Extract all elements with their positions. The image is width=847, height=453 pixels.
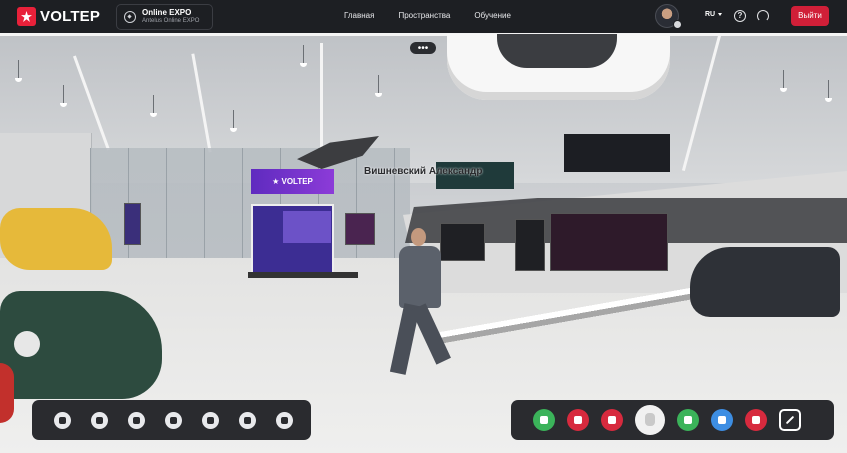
ceiling-truss: [320, 43, 323, 153]
gear-icon[interactable]: [54, 411, 71, 429]
event-switcher[interactable]: Online EXPO Antelus Online EXPO: [116, 4, 213, 30]
player-avatar: [385, 228, 465, 388]
help-icon[interactable]: ?: [734, 10, 746, 22]
top-bar: VOLTEP Online EXPO Antelus Online EXPO Г…: [0, 0, 847, 33]
player-name-label: Вишневский Александр: [364, 166, 483, 177]
nav-home[interactable]: Главная: [344, 11, 374, 20]
nav-spaces[interactable]: Пространства: [398, 11, 450, 20]
main-nav: Главная Пространства Обучение: [344, 11, 511, 20]
compass-icon: [124, 11, 136, 23]
fullscreen-icon[interactable]: [779, 409, 801, 431]
yellow-vehicle-exhibit[interactable]: [0, 208, 112, 270]
language-selector[interactable]: RU: [705, 11, 723, 18]
snowmobile-exhibit[interactable]: [690, 247, 840, 317]
exit-icon[interactable]: [745, 409, 767, 431]
microphone-icon[interactable]: [533, 409, 555, 431]
booth-brand: VOLTEP: [281, 177, 313, 186]
booth-base: [248, 272, 358, 278]
booth-screen[interactable]: [251, 204, 334, 274]
camera-rotate-icon[interactable]: [202, 411, 219, 429]
telegram-icon[interactable]: [711, 409, 733, 431]
more-options-button[interactable]: •••: [410, 42, 436, 54]
red-exhibit-part: [0, 363, 14, 423]
virtual-expo-scene[interactable]: ★ VOLTEP Вишневский Александр •••: [0, 33, 847, 453]
stand-screen[interactable]: [550, 213, 668, 271]
logout-button[interactable]: Выйти: [791, 6, 829, 26]
brightness-icon[interactable]: [276, 411, 293, 429]
smile-icon[interactable]: [165, 411, 182, 429]
side-banner[interactable]: [124, 203, 141, 245]
hanging-screen: [564, 134, 670, 172]
avatar-status-badge: [673, 20, 682, 29]
event-subtitle: Antelus Online EXPO: [142, 18, 200, 25]
headphones-icon[interactable]: [677, 409, 699, 431]
video-off-icon[interactable]: [567, 409, 589, 431]
map-icon[interactable]: [128, 411, 145, 429]
brand-name: VOLTEP: [40, 8, 101, 25]
chevron-down-icon: [718, 13, 723, 16]
raise-hand-icon[interactable]: [635, 405, 665, 435]
avatar-head: [411, 228, 426, 246]
avatar-body: [399, 246, 441, 308]
star-logo-icon: [17, 7, 36, 26]
green-car-exhibit[interactable]: [0, 291, 162, 399]
hanging-ceiling-structure: [447, 34, 670, 100]
side-banner[interactable]: [345, 213, 375, 245]
booth-banner: ★ VOLTEP: [251, 169, 334, 194]
brand-logo[interactable]: VOLTEP: [17, 7, 100, 26]
language-code: RU: [705, 11, 716, 18]
screen-share-off-icon[interactable]: [601, 409, 623, 431]
event-title: Online EXPO: [142, 8, 192, 18]
communication-toolbar: [511, 400, 834, 440]
avatar-leg: [411, 303, 451, 365]
scene-controls-toolbar: [32, 400, 311, 440]
volume-icon[interactable]: [91, 411, 108, 429]
nav-learning[interactable]: Обучение: [474, 11, 511, 20]
hand-pointer-icon[interactable]: [239, 411, 256, 429]
stand-screen[interactable]: [515, 219, 545, 271]
support-headset-icon[interactable]: [757, 10, 769, 22]
